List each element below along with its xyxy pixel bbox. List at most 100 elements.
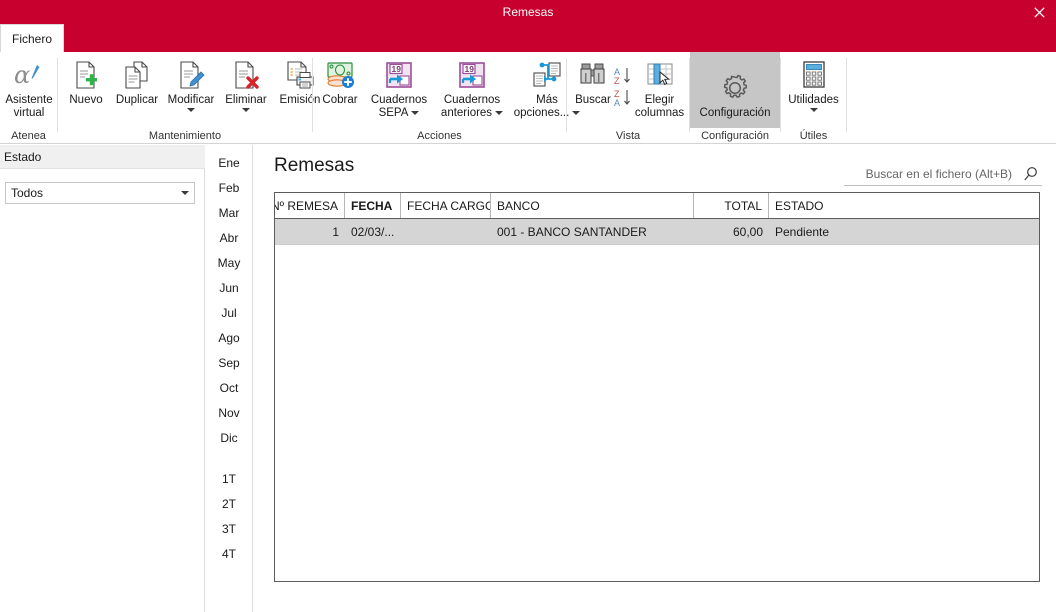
ribbon-button-buscar[interactable]: Buscar bbox=[569, 56, 617, 107]
gear-icon bbox=[719, 71, 751, 105]
ribbon-button-label: Eliminar bbox=[225, 94, 267, 106]
table-row[interactable]: 1 02/03/... 001 - BANCO SANTANDER 60,00 … bbox=[275, 219, 1039, 245]
filter-panel-header: Estado bbox=[0, 145, 205, 169]
ribbon-group-atenea: α Asistente virtual Atenea bbox=[0, 52, 57, 144]
grid-column-header-fecha-cargo[interactable]: FECHA CARGO bbox=[401, 193, 491, 218]
grid-column-header-estado[interactable]: ESTADO bbox=[769, 193, 1039, 218]
chevron-down-icon[interactable] bbox=[187, 108, 195, 112]
grid-column-header-banco[interactable]: BANCO bbox=[491, 193, 694, 218]
period-item-may[interactable]: May bbox=[206, 251, 252, 276]
sort-descending-icon[interactable]: Z A bbox=[614, 88, 632, 113]
ribbon-group-label-vista: Vista bbox=[615, 130, 641, 142]
ribbon-button-eliminar[interactable]: Eliminar bbox=[219, 56, 273, 112]
svg-text:19: 19 bbox=[392, 64, 402, 74]
search-placeholder: Buscar en el fichero (Alt+B) bbox=[865, 166, 1012, 181]
alpha-assistant-icon: α bbox=[14, 58, 44, 92]
workflow-icon bbox=[531, 58, 563, 92]
ribbon-button-cobrar[interactable]: Cobrar bbox=[316, 56, 364, 107]
grid-header-row: Nº REMESA FECHA FECHA CARGO BANCO TOTAL … bbox=[275, 193, 1039, 219]
application-window: Remesas Fichero α Asistente virtual Aten… bbox=[0, 0, 1056, 612]
ribbon-button-asistente-virtual[interactable]: α Asistente virtual bbox=[3, 56, 55, 120]
binoculars-icon bbox=[578, 58, 608, 92]
ribbon-button-label: Nuevo bbox=[69, 94, 103, 106]
ribbon-button-label-2: SEPA bbox=[378, 107, 409, 119]
cell-total: 60,00 bbox=[732, 224, 763, 239]
ribbon-group-label-configuracion: Configuración bbox=[701, 130, 769, 142]
money-add-icon bbox=[325, 58, 355, 92]
ribbon-button-label-2: anteriores bbox=[440, 107, 493, 119]
ribbon-group-configuracion: Configuración Configuración bbox=[690, 52, 780, 144]
ribbon-group-label-acciones: Acciones bbox=[417, 130, 462, 142]
ribbon-group-utiles: Utilidades Útiles bbox=[781, 52, 846, 144]
new-document-icon bbox=[71, 58, 101, 92]
grid-column-header-total[interactable]: TOTAL bbox=[694, 193, 769, 218]
ribbon-group-label-atenea: Atenea bbox=[11, 130, 46, 142]
grid-column-header-fecha[interactable]: FECHA bbox=[345, 193, 401, 218]
ribbon-button-utilidades[interactable]: Utilidades bbox=[781, 56, 846, 112]
ribbon: α Asistente virtual Atenea Nuevo Duplica… bbox=[0, 52, 1056, 144]
period-item-3t[interactable]: 3T bbox=[206, 517, 252, 542]
period-item-4t[interactable]: 4T bbox=[206, 542, 252, 567]
ribbon-button-label: Cuadernos bbox=[443, 94, 501, 106]
print-document-icon bbox=[285, 58, 315, 92]
tab-fichero[interactable]: Fichero bbox=[0, 24, 64, 52]
ribbon-button-label-2: opciones... bbox=[513, 107, 570, 119]
ribbon-button-label: Duplicar bbox=[115, 94, 159, 106]
remesas-grid: Nº REMESA FECHA FECHA CARGO BANCO TOTAL … bbox=[274, 192, 1040, 582]
ribbon-group-label-mantenimiento: Mantenimiento bbox=[148, 130, 222, 142]
period-item-abr[interactable]: Abr bbox=[206, 226, 252, 251]
ribbon-button-modificar[interactable]: Modificar bbox=[163, 56, 219, 112]
choose-columns-icon bbox=[645, 58, 675, 92]
main-content: Remesas Buscar en el fichero (Alt+B) Nº … bbox=[253, 145, 1056, 612]
period-item-sep[interactable]: Sep bbox=[206, 351, 252, 376]
estado-filter-select[interactable]: Todos bbox=[5, 182, 195, 204]
period-item-ene[interactable]: Ene bbox=[206, 151, 252, 176]
period-item-2t[interactable]: 2T bbox=[206, 492, 252, 517]
chevron-down-icon[interactable] bbox=[809, 108, 818, 112]
ribbon-group-mantenimiento: Nuevo Duplicar Modificar Eliminar Emisió… bbox=[58, 52, 320, 144]
ribbon-button-label: Asistente bbox=[5, 94, 53, 106]
period-item-feb[interactable]: Feb bbox=[206, 176, 252, 201]
chevron-down-icon[interactable] bbox=[495, 110, 504, 115]
ribbon-button-cuadernos-sepa[interactable]: 19 Cuadernos SEPA bbox=[364, 56, 434, 120]
calculator-icon bbox=[800, 58, 828, 92]
ribbon-button-label-2: virtual bbox=[13, 107, 45, 119]
period-item-oct[interactable]: Oct bbox=[206, 376, 252, 401]
ribbon-group-acciones: Cobrar 19 Cuadernos SEPA 19 Cuadernos an… bbox=[313, 52, 581, 144]
ribbon-button-label: Modificar bbox=[167, 94, 215, 106]
chevron-down-icon[interactable] bbox=[242, 108, 250, 112]
period-item-mar[interactable]: Mar bbox=[206, 201, 252, 226]
ribbon-button-label: Utilidades bbox=[788, 94, 839, 106]
search-icon[interactable] bbox=[1020, 166, 1042, 182]
period-rail: Ene Feb Mar Abr May Jun Jul Ago Sep Oct … bbox=[206, 145, 253, 612]
cell-num-remesa: 1 bbox=[332, 224, 339, 239]
period-item-ago[interactable]: Ago bbox=[206, 326, 252, 351]
ribbon-group-label-utiles: Útiles bbox=[799, 130, 828, 142]
delete-document-icon bbox=[231, 58, 261, 92]
ribbon-button-elegir-columnas[interactable]: Elegir columnas bbox=[631, 56, 688, 120]
svg-text:19: 19 bbox=[465, 64, 475, 74]
close-icon[interactable] bbox=[1022, 0, 1056, 24]
chevron-down-icon[interactable] bbox=[175, 183, 194, 203]
ribbon-group-vista: Buscar A Z Z A Elegir columnas Vista bbox=[567, 52, 689, 144]
sepa-notebook-icon: 19 bbox=[457, 58, 487, 92]
title-bar: Remesas bbox=[0, 0, 1056, 24]
tab-fichero-label: Fichero bbox=[11, 31, 52, 46]
grid-column-header-num-remesa[interactable]: Nº REMESA bbox=[275, 193, 345, 218]
period-item-dic[interactable]: Dic bbox=[206, 426, 252, 451]
period-item-nov[interactable]: Nov bbox=[206, 401, 252, 426]
chevron-down-icon[interactable] bbox=[411, 110, 420, 115]
period-item-1t[interactable]: 1T bbox=[206, 467, 252, 492]
ribbon-button-label: Cobrar bbox=[322, 94, 358, 106]
ribbon-button-configuracion[interactable]: Configuración bbox=[690, 52, 780, 128]
ribbon-button-label: Más bbox=[536, 94, 558, 106]
ribbon-button-nuevo[interactable]: Nuevo bbox=[61, 56, 111, 107]
svg-text:Z: Z bbox=[614, 76, 620, 86]
ribbon-button-cuadernos-anteriores[interactable]: 19 Cuadernos anteriores bbox=[434, 56, 510, 120]
ribbon-button-duplicar[interactable]: Duplicar bbox=[111, 56, 163, 107]
duplicate-document-icon bbox=[122, 58, 152, 92]
cell-estado: Pendiente bbox=[775, 224, 830, 239]
period-item-jun[interactable]: Jun bbox=[206, 276, 252, 301]
period-item-jul[interactable]: Jul bbox=[206, 301, 252, 326]
search-input[interactable]: Buscar en el fichero (Alt+B) bbox=[844, 162, 1042, 186]
